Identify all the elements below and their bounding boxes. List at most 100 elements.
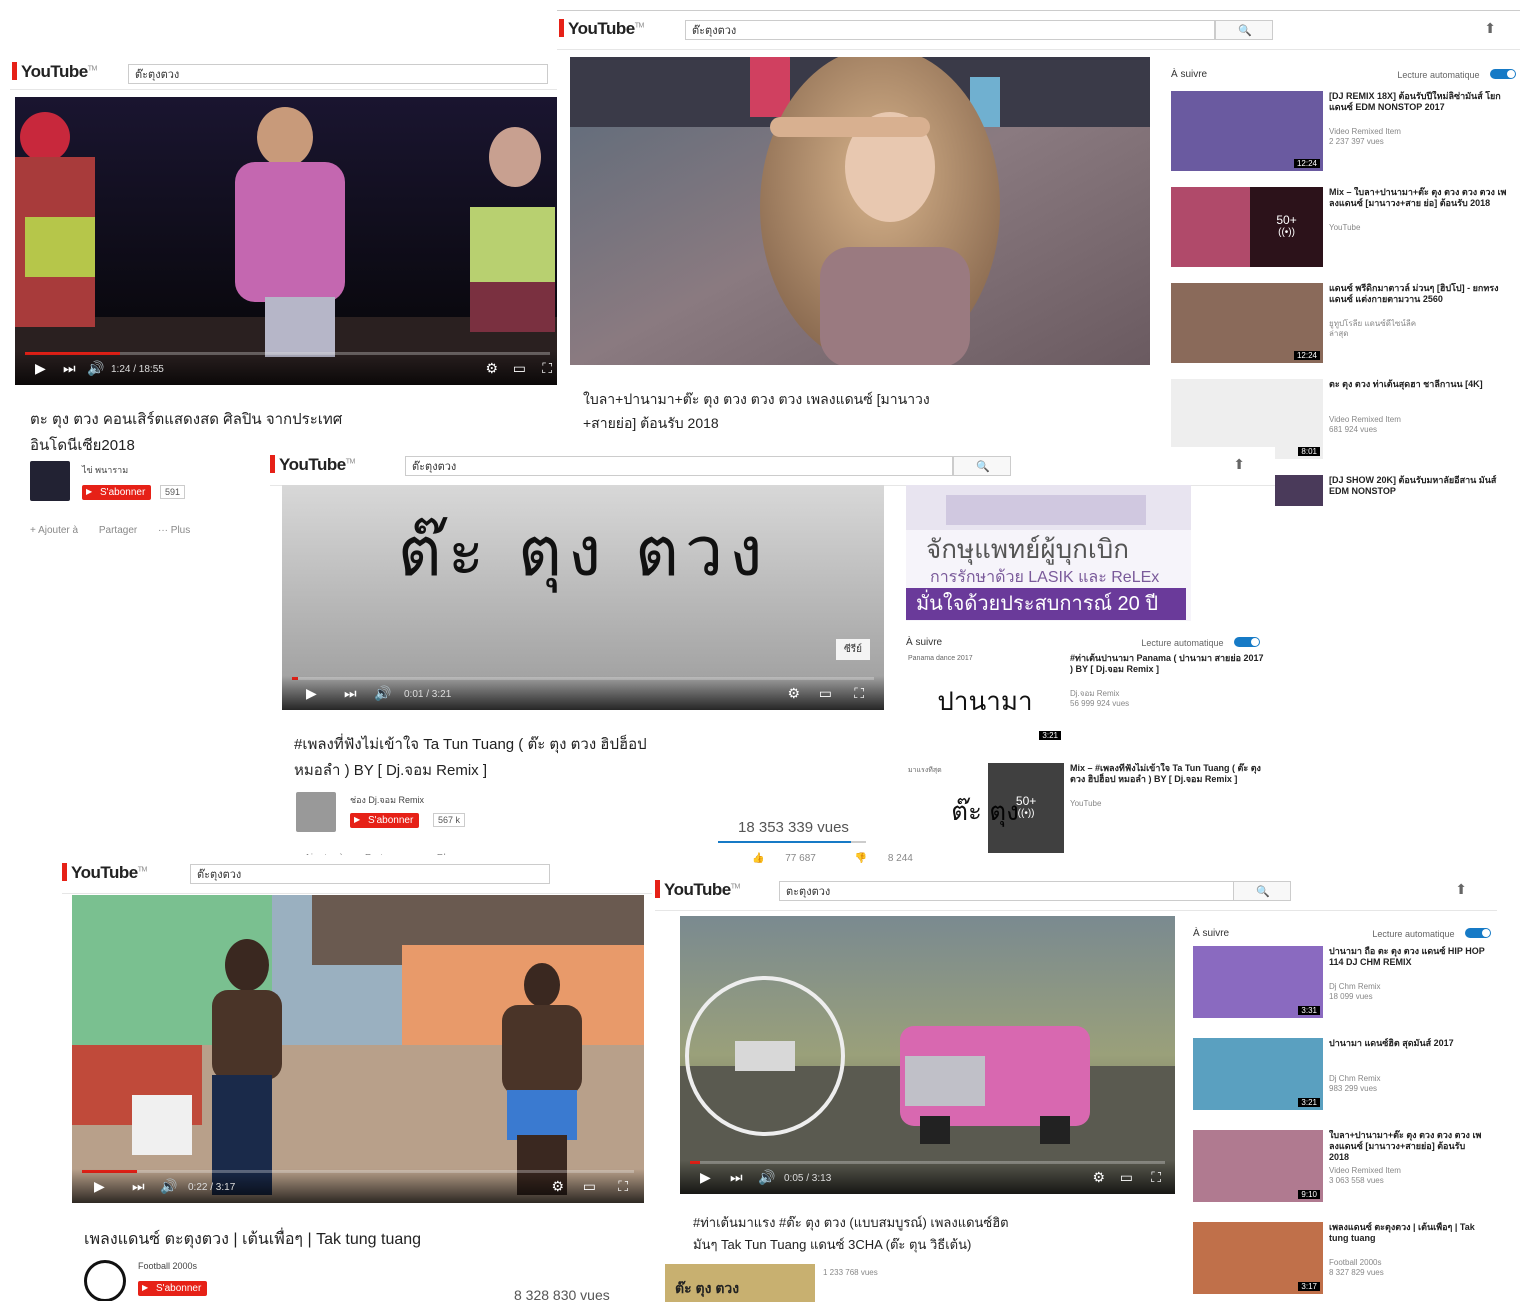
search-button[interactable]: 🔍 — [1233, 881, 1291, 901]
thumbs-up-icon: 👍 — [752, 853, 765, 864]
up-next-title[interactable]: ใบลา+ปานามา+ต๊ะ ตุง ตวง ตวง ตวง เพลงแดนซ… — [1329, 1130, 1487, 1163]
channel-name[interactable]: ไข่ พนาราม — [82, 463, 128, 477]
up-next-sidebar: À suivre Lecture automatique 3:31 ปานามา … — [1193, 926, 1493, 1302]
share-button[interactable]: Partager — [99, 525, 137, 536]
thumbnail-text: ปานามา — [937, 686, 1033, 716]
up-next-channel: ยูทูปโรลีย แดนซ์ดีไซน์ลีค — [1329, 319, 1417, 328]
video-title: ใบลา+ปานามา+ต๊ะ ตุง ตวง ตวง ตวง เพลงแดนซ… — [583, 391, 930, 431]
up-next-thumbnail[interactable]: ปานามา Panama dance 2017 3:21 — [906, 653, 1064, 743]
subscribe-button[interactable]: S'abonner — [350, 813, 420, 828]
up-next-title[interactable]: [DJ SHOW 20K] ต้อนรับมหาลัยอีสาน มันส์ E… — [1329, 475, 1514, 497]
up-next-title[interactable]: แดนซ์ พรีดิกมาตาวล์ ม่วนๆ [ฮิปโป] - ยกทร… — [1329, 283, 1514, 305]
up-next-thumbnail[interactable]: 9:10 — [1193, 1130, 1323, 1202]
volume-icon[interactable]: 🔊 — [160, 1178, 177, 1195]
settings-icon[interactable]: ⚙ — [551, 1178, 564, 1195]
youtube-logo[interactable]: YouTubeTM — [12, 62, 97, 82]
video-player[interactable]: ต๊ะ ตุง ตวง ซีรีย์ ▶ ⏭ 🔊 0:01 / 3:21 ⚙ ▭… — [282, 485, 884, 710]
up-next-thumbnail[interactable]: 3:31 — [1193, 946, 1323, 1018]
up-next-title[interactable]: เพลงแดนซ์ ตะตุงตวง | เต้นเพื่อๆ | Tak tu… — [1329, 1222, 1487, 1244]
channel-avatar[interactable] — [296, 792, 336, 832]
play-icon[interactable]: ▶ — [700, 1169, 711, 1186]
up-next-channel: Football 2000s — [1329, 1258, 1382, 1267]
settings-icon[interactable]: ⚙ — [1092, 1169, 1105, 1186]
play-icon[interactable]: ▶ — [35, 360, 46, 377]
up-next-thumbnail[interactable]: 3:17 — [1193, 1222, 1323, 1294]
next-icon[interactable]: ⏭ — [730, 1169, 743, 1186]
search-input[interactable]: ตะตุงตวง — [779, 881, 1239, 901]
autoplay-toggle[interactable]: Lecture automatique — [1141, 637, 1260, 648]
up-next-thumbnail[interactable]: 12:24 — [1171, 91, 1323, 171]
channel-avatar[interactable] — [84, 1260, 126, 1301]
video-player[interactable]: ▶ ⏭ 🔊 0:05 / 3:13 ⚙ ▭ ⛶ — [680, 916, 1175, 1194]
up-next-channel: Dj Chm Remix — [1329, 982, 1381, 991]
youtube-logo[interactable]: YouTubeTM — [270, 455, 355, 475]
channel-avatar[interactable] — [30, 461, 70, 501]
up-next-title[interactable]: Mix – #เพลงที่ฟังไม่เข้าใจ Ta Tun Tuang … — [1070, 763, 1266, 785]
video-player[interactable]: ▶ ⏭ 🔊 1:24 / 18:55 ⚙ ▭ ⛶ — [15, 97, 560, 385]
search-button[interactable]: 🔍 — [953, 456, 1011, 476]
next-icon[interactable]: ⏭ — [344, 685, 357, 702]
play-icon[interactable]: ▶ — [94, 1178, 105, 1195]
volume-icon[interactable]: 🔊 — [758, 1169, 775, 1186]
up-next-title[interactable]: #ท่าเต้นปานามา Panama ( ปานามา สายย่อ 20… — [1070, 653, 1266, 675]
upload-icon[interactable]: ⬆ — [1233, 456, 1245, 473]
view-count: 8 328 830 vues — [514, 1287, 610, 1301]
up-next-title[interactable]: ปานามา แดนซ์ฮิต สุดมันส์ 2017 — [1329, 1038, 1487, 1049]
upload-icon[interactable]: ⬆ — [1455, 881, 1467, 898]
play-icon[interactable]: ▶ — [306, 685, 317, 702]
fullscreen-icon[interactable]: ⛶ — [1151, 1169, 1161, 1186]
channel-name[interactable]: ช่อง Dj.จอม Remix — [350, 793, 424, 807]
fullscreen-icon[interactable]: ⛶ — [854, 685, 864, 702]
theater-icon[interactable]: ▭ — [819, 685, 832, 702]
ad-banner[interactable]: จักษุแพทย์ผู้บุกเบิก การรักษาด้วย LASIK … — [906, 485, 1191, 621]
up-next-thumbnail[interactable]: 50+ ((•)) — [1171, 187, 1323, 267]
theater-icon[interactable]: ▭ — [1120, 1169, 1133, 1186]
channel-name[interactable]: Football 2000s — [138, 1261, 197, 1271]
up-next-thumbnail[interactable]: 12:24 — [1171, 283, 1323, 363]
subscribe-button[interactable]: S'abonner — [138, 1281, 208, 1296]
video-player[interactable] — [570, 57, 1150, 365]
theater-icon[interactable]: ▭ — [583, 1178, 596, 1195]
duration-badge: 12:24 — [1293, 351, 1320, 360]
add-to-button[interactable]: + Ajouter à — [30, 525, 78, 536]
next-icon[interactable]: ⏭ — [63, 360, 76, 377]
ad-cta[interactable]: มั่นใจด้วยประสบการณ์ 20 ปี — [906, 588, 1186, 620]
volume-icon[interactable]: 🔊 — [374, 685, 391, 702]
up-next-title[interactable]: ตะ ตุง ตวง ท่าเต้นสุดฮา ชาลีกานน [4K] — [1329, 379, 1514, 390]
search-button[interactable]: 🔍 — [1215, 20, 1273, 40]
youtube-logo[interactable]: YouTubeTM — [62, 863, 147, 883]
like-button[interactable]: 👍 77 687 — [752, 853, 834, 864]
time-display: 1:24 / 18:55 — [111, 364, 164, 375]
up-next-title[interactable]: ปานามา ถือ ตะ ตุง ตวง แดนซ์ HIP HOP 114 … — [1329, 946, 1487, 968]
search-input[interactable]: ต๊ะตุงตวง — [405, 456, 953, 476]
youtube-logo[interactable]: YouTubeTM — [559, 19, 644, 39]
video-title: เพลงแดนซ์ ตะตุงตวง | เต้นเพื่อๆ | Tak tu… — [84, 1231, 422, 1248]
video-player[interactable]: ▶ ⏭ 🔊 0:22 / 3:17 ⚙ ▭ ⛶ — [72, 895, 644, 1203]
screenshot-5: YouTubeTM ตะตุงตวง 🔍 ⬆ ▶ ⏭ 🔊 0:05 / 3:13… — [655, 872, 1497, 1302]
more-button[interactable]: ··· Plus — [158, 525, 190, 536]
autoplay-toggle[interactable]: Lecture automatique — [1372, 928, 1491, 939]
subscribe-button[interactable]: S'abonner — [82, 485, 152, 500]
next-icon[interactable]: ⏭ — [132, 1178, 145, 1195]
volume-icon[interactable]: 🔊 — [87, 360, 104, 377]
autoplay-toggle[interactable]: Lecture automatique — [1397, 69, 1516, 80]
upload-icon[interactable]: ⬆ — [1484, 20, 1496, 37]
search-input[interactable]: ต๊ะตุงตวง — [685, 20, 1215, 40]
up-next-title[interactable]: [DJ REMIX 18X] ต้อนรับปีใหม่ลิซ่ามันส์ โ… — [1329, 91, 1514, 113]
up-next-thumbnail[interactable]: 3:21 — [1193, 1038, 1323, 1110]
settings-icon[interactable]: ⚙ — [485, 360, 498, 377]
youtube-logo[interactable]: YouTubeTM — [655, 880, 740, 900]
channel-thumbnail[interactable]: ต๊ะ ตุง ตวง — [665, 1264, 815, 1302]
search-input[interactable]: ต๊ะตุงตวง — [128, 64, 548, 84]
search-input[interactable]: ต๊ะตุงตวง — [190, 864, 550, 884]
fullscreen-icon[interactable]: ⛶ — [542, 360, 552, 377]
player-controls: ▶ ⏭ 🔊 0:05 / 3:13 ⚙ ▭ ⛶ — [680, 1160, 1175, 1194]
settings-icon[interactable]: ⚙ — [787, 685, 800, 702]
up-next-title[interactable]: Mix – ใบลา+ปานามา+ต๊ะ ตุง ตวง ตวง ตวง เพ… — [1329, 187, 1514, 209]
up-next-thumbnail[interactable]: ต๊ะ ตุง มาแรงทีสุด 50+ ((•)) — [906, 763, 1064, 853]
masthead: YouTubeTM ต๊ะตุงตวง — [10, 55, 570, 90]
fullscreen-icon[interactable]: ⛶ — [618, 1178, 628, 1195]
up-next-heading: À suivre — [1193, 928, 1230, 939]
theater-icon[interactable]: ▭ — [513, 360, 526, 377]
up-next-channel: Dj Chm Remix — [1329, 1074, 1381, 1083]
